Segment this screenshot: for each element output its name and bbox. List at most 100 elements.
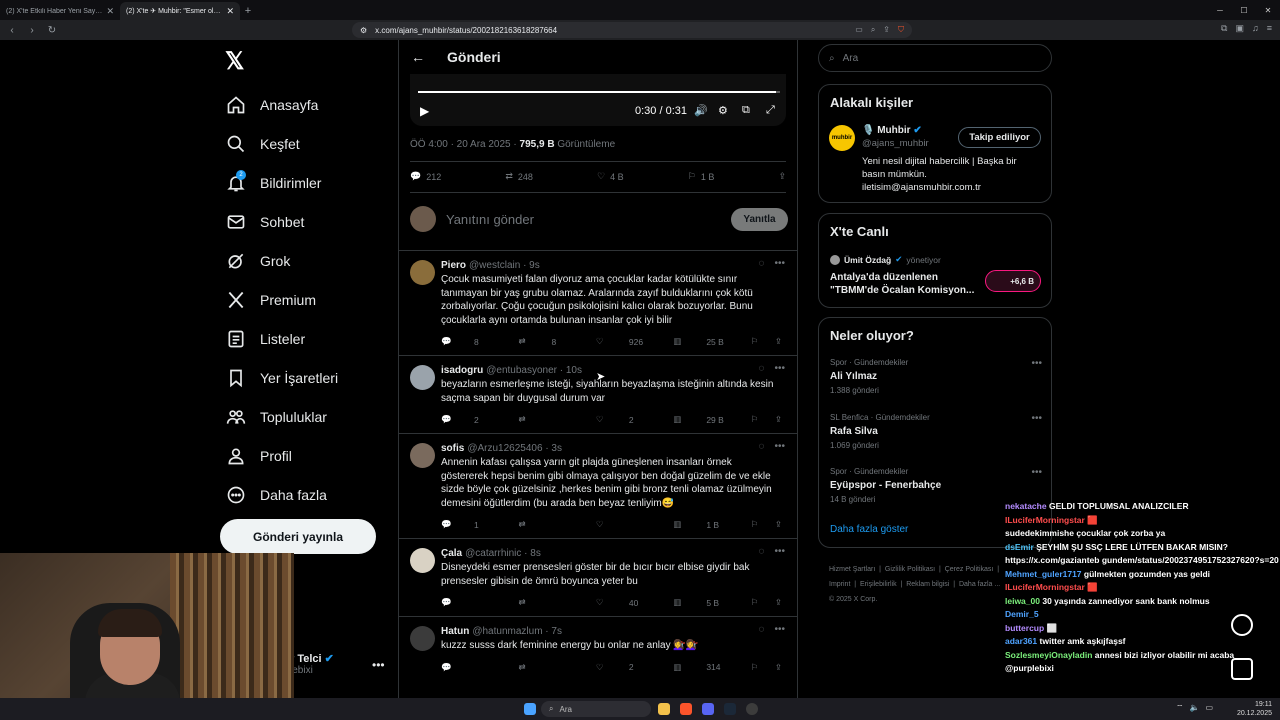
video-player[interactable]: ▶ 0:30 / 0:31 🔊 ⚙ ⧉ ⤢ [410,74,786,126]
screen-icon[interactable]: ▭ [855,25,863,35]
close-window-icon[interactable]: ✕ [1256,0,1280,20]
trend-item[interactable]: SL Benfica · Gündemdekiler Rafa Silva 1.… [830,413,1042,450]
share-icon[interactable]: ⇪ [775,662,782,673]
reply-tweet[interactable]: sofis @Arzu12625406 · 3s ◌ ••• Annenin kafas… [399,433,797,538]
reply-action[interactable]: 💬 2 [441,414,502,425]
chat-username[interactable]: leiwa_00 [1005,595,1040,609]
video-progress-bar[interactable] [418,91,780,93]
footer-link[interactable]: Erişilebilirlik [860,581,897,588]
obs-icon[interactable] [746,703,758,715]
reload-icon[interactable]: ↻ [46,25,58,36]
sidebar-item-explore[interactable]: Keşfet [226,124,338,163]
avatar[interactable] [410,443,435,468]
chat-username[interactable]: SozlesmeyiOnayladin [1005,649,1092,663]
like-action[interactable]: ♡ 2 [596,662,657,673]
bookmark-icon[interactable]: ⚐ [751,519,759,530]
grok-icon[interactable]: ◌ [759,546,765,557]
sidebar-item-notifications[interactable]: 2 Bildirimler [226,163,338,202]
maximize-icon[interactable]: ☐ [1232,0,1256,20]
chat-username[interactable]: ILuciferMorningstar [1005,514,1085,528]
chat-username[interactable]: adar361 [1005,635,1037,649]
zoom-icon[interactable]: ⌕ [871,25,875,35]
repost-action[interactable]: ⇄ [518,414,579,425]
sidebar-item-profile[interactable]: Profil [226,436,338,475]
share-icon[interactable]: ⇪ [883,25,890,35]
footer-link[interactable]: Reklam bilgisi [906,581,949,588]
tweet-author[interactable]: isadogru [441,365,483,376]
steam-icon[interactable] [724,703,736,715]
settings-icon[interactable]: ⚙ [718,104,728,117]
sidebar-item-communities[interactable]: Topluluklar [226,397,338,436]
site-info-icon[interactable]: ⚙ [360,26,367,35]
volume-icon[interactable]: 🔊 [694,104,708,117]
search-input[interactable]: ⌕ Ara [818,44,1052,72]
like-action[interactable]: ♡ [596,519,657,530]
chat-username[interactable]: sudedekimmishe [1005,527,1074,541]
sidebar-item-more[interactable]: Daha fazla [226,475,338,514]
grok-icon[interactable]: ◌ [759,624,765,635]
refresh-circle-icon[interactable] [1231,614,1253,636]
chat-username[interactable]: nekatache [1005,500,1047,514]
sidebar-item-home[interactable]: Anasayfa [226,85,338,124]
more-icon[interactable]: ••• [774,546,785,557]
grok-icon[interactable]: ◌ [759,258,765,269]
browser-tab[interactable]: (2) X'te Etkili Haber Yeni Sayfa: "Tomá✕ [0,2,120,20]
like-action[interactable]: ♡ 4 B [597,171,624,182]
grok-icon[interactable]: ◌ [759,363,765,374]
tweet-author[interactable]: Çala [441,548,462,559]
reply-action[interactable]: 💬 212 [410,171,441,182]
share-icon[interactable]: ⇪ [775,519,782,530]
more-icon[interactable]: ••• [774,258,785,269]
back-arrow-icon[interactable]: ← [411,49,425,65]
play-icon[interactable]: ▶ [420,104,429,118]
close-tab-icon[interactable]: ✕ [226,6,234,17]
avatar[interactable] [410,365,435,390]
sidebar-item-lists[interactable]: Listeler [226,319,338,358]
share-icon[interactable]: ⇪ [775,414,782,425]
mail-icon[interactable] [1231,658,1253,680]
live-title[interactable]: Antalya'da düzenlenen "TBMM'de Öcalan Ko… [830,271,980,297]
sidebar-item-chat[interactable]: Sohbet [226,202,338,241]
reply-input[interactable]: Yanıtını gönder [446,212,534,227]
browser-tab-active[interactable]: (2) X'te ✈ Muhbir: "Esmer olduğu ✕ [120,2,240,20]
chat-username[interactable]: Mehmet_guler1717 [1005,568,1082,582]
reply-action[interactable]: 💬 8 [441,336,502,347]
views-action[interactable]: ▥ 314 [673,662,734,673]
extension-icon[interactable]: ⧉ [1221,23,1227,34]
url-field[interactable]: ⚙ x.com/ajans_muhbir/status/200218216361… [352,22,912,38]
avatar[interactable] [410,626,435,651]
more-icon[interactable]: ••• [1031,358,1042,369]
new-tab-icon[interactable]: + [240,2,256,20]
brave-shield-icon[interactable]: ⛉ [898,25,904,35]
wallet-icon[interactable]: ▣ [1235,23,1244,34]
footer-link[interactable]: Imprint [829,581,850,588]
chat-username[interactable]: dsEmir [1005,541,1034,555]
listener-pill[interactable]: +6,6 B [985,270,1041,292]
more-icon[interactable]: ••• [1031,413,1042,424]
trend-item[interactable]: Spor · Gündemdekiler Eyüpspor - Fenerbah… [830,467,1042,504]
discord-icon[interactable] [702,703,714,715]
bookmark-icon[interactable]: ⚐ [751,662,759,673]
chat-username[interactable]: ILuciferMorningstar [1005,581,1085,595]
following-button[interactable]: Takip ediliyor [958,127,1041,148]
account-more-icon[interactable]: ••• [372,658,385,672]
chat-username[interactable]: Demir_5 [1005,608,1039,622]
repost-action[interactable]: ⇄ [518,662,579,673]
bookmark-action[interactable]: ⚐ 1 B [688,171,715,182]
like-action[interactable]: ♡ 2 [596,414,657,425]
pip-icon[interactable]: ⧉ [742,104,750,117]
repost-action[interactable]: ⇄ 8 [518,336,579,347]
more-icon[interactable]: ••• [774,624,785,635]
like-action[interactable]: ♡ 926 [596,336,657,347]
reply-button[interactable]: Yanıtla [731,207,788,231]
footer-link[interactable]: Çerez Politikası [945,566,994,573]
windows-start-icon[interactable] [524,703,536,715]
views-action[interactable]: ▥ 25 B [673,336,734,347]
tweet-author[interactable]: sofis [441,443,464,454]
repost-action[interactable]: ⇄ [518,597,579,608]
reply-action[interactable]: 💬 1 [441,519,502,530]
trend-item[interactable]: Spor · Gündemdekiler Ali Yılmaz 1.388 gö… [830,358,1042,395]
brave-browser-icon[interactable] [680,703,692,715]
share-icon[interactable]: ⇪ [775,597,782,608]
media-icon[interactable]: ♫ [1252,23,1259,34]
